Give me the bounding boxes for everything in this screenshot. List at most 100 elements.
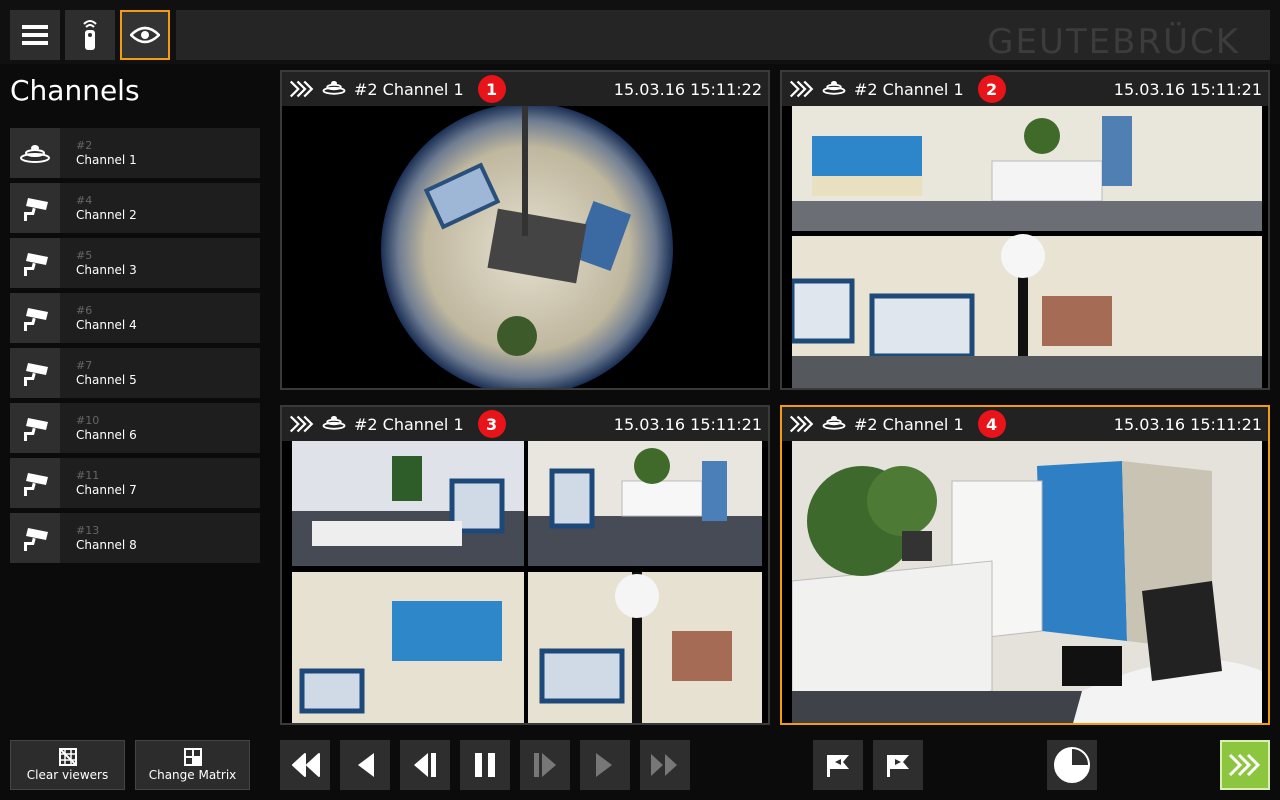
viewer-timestamp: 15.03.16 15:11:21 bbox=[1113, 80, 1262, 99]
channel-icon-box bbox=[10, 348, 60, 398]
cctv-camera-icon bbox=[24, 418, 48, 441]
fast-rewind-button[interactable] bbox=[280, 740, 330, 790]
change-matrix-button[interactable]: Change Matrix bbox=[135, 740, 250, 790]
viewer-timestamp: 15.03.16 15:11:21 bbox=[613, 415, 762, 434]
fast-forward-button[interactable] bbox=[640, 740, 690, 790]
fisheye-camera-icon bbox=[322, 81, 346, 95]
pause-icon bbox=[475, 753, 495, 777]
viewer-4[interactable]: #2 Channel 1 4 15.03.16 15:11:21 bbox=[780, 405, 1270, 725]
viewer-video bbox=[789, 106, 1262, 388]
channel-text: #13 Channel 8 bbox=[60, 524, 137, 552]
top-strip: GEUTEBRÜCK bbox=[176, 10, 1270, 62]
channel-item[interactable]: #7 Channel 5 bbox=[10, 348, 260, 398]
video-fisheye bbox=[292, 103, 762, 388]
viewer-video bbox=[791, 441, 1262, 723]
viewer-number-badge: 4 bbox=[977, 410, 1006, 438]
clock-icon bbox=[1054, 747, 1090, 783]
viewer-title: #2 Channel 1 bbox=[354, 79, 464, 99]
remote-button[interactable] bbox=[65, 10, 115, 60]
viewer-number-badge: 1 bbox=[477, 75, 506, 103]
channel-icon-box bbox=[10, 128, 60, 178]
channel-icon-box bbox=[10, 458, 60, 508]
channel-name: Channel 6 bbox=[76, 428, 137, 442]
viewer-video bbox=[292, 441, 762, 723]
menu-button[interactable] bbox=[10, 10, 60, 60]
channel-name: Channel 4 bbox=[76, 318, 137, 332]
channel-item[interactable]: #13 Channel 8 bbox=[10, 513, 260, 563]
viewer-title: #2 Channel 1 bbox=[854, 79, 964, 99]
bookmark-back-button[interactable] bbox=[813, 740, 863, 790]
sidebar-title: Channels bbox=[10, 74, 140, 107]
cctv-camera-icon bbox=[24, 473, 48, 496]
pause-button[interactable] bbox=[460, 740, 510, 790]
matrix-icon bbox=[183, 748, 202, 766]
top-bar: GEUTEBRÜCK bbox=[0, 0, 1280, 64]
live-stream-icon bbox=[289, 80, 314, 98]
play-backward-icon bbox=[358, 753, 374, 777]
viewer-title: #2 Channel 1 bbox=[354, 414, 464, 434]
step-forward-button[interactable] bbox=[520, 740, 570, 790]
channel-item[interactable]: #6 Channel 4 bbox=[10, 293, 260, 343]
channel-item[interactable]: #11 Channel 7 bbox=[10, 458, 260, 508]
viewer-1[interactable]: #2 Channel 1 1 15.03.16 15:11:22 bbox=[280, 70, 770, 390]
play-forward-button[interactable] bbox=[580, 740, 630, 790]
clear-grid-icon bbox=[58, 748, 77, 766]
live-button[interactable] bbox=[1220, 740, 1270, 790]
channel-name: Channel 7 bbox=[76, 483, 137, 497]
eye-icon bbox=[130, 26, 160, 44]
channel-item[interactable]: #2 Channel 1 bbox=[10, 128, 260, 178]
channel-item[interactable]: #4 Channel 2 bbox=[10, 183, 260, 233]
channel-number: #11 bbox=[76, 469, 100, 482]
time-button[interactable] bbox=[1047, 740, 1097, 790]
channel-item[interactable]: #10 Channel 6 bbox=[10, 403, 260, 453]
step-forward-icon bbox=[534, 753, 556, 777]
fisheye-camera-icon bbox=[20, 145, 50, 163]
menu-icon bbox=[22, 25, 48, 45]
live-stream-icon bbox=[289, 415, 314, 433]
bookmark-forward-button[interactable] bbox=[873, 740, 923, 790]
channel-text: #2 Channel 1 bbox=[60, 139, 137, 167]
channel-name: Channel 2 bbox=[76, 208, 137, 222]
step-backward-button[interactable] bbox=[400, 740, 450, 790]
channel-icon-box bbox=[10, 238, 60, 288]
viewer-3[interactable]: #2 Channel 1 3 15.03.16 15:11:21 bbox=[280, 405, 770, 725]
viewer-timestamp: 15.03.16 15:11:21 bbox=[1113, 415, 1262, 434]
live-stream-icon bbox=[789, 415, 814, 433]
channel-icon-box bbox=[10, 183, 60, 233]
remote-icon bbox=[83, 20, 97, 50]
video-quad bbox=[292, 441, 762, 723]
fisheye-camera-icon bbox=[822, 81, 846, 95]
flag-forward-icon bbox=[887, 755, 909, 777]
viewer-2[interactable]: #2 Channel 1 2 15.03.16 15:11:21 bbox=[780, 70, 1270, 390]
viewer-header: #2 Channel 1 3 15.03.16 15:11:21 bbox=[282, 407, 768, 441]
play-forward-icon bbox=[596, 753, 612, 777]
viewer-header: #2 Channel 1 2 15.03.16 15:11:21 bbox=[782, 72, 1268, 106]
channel-text: #7 Channel 5 bbox=[60, 359, 137, 387]
channel-text: #11 Channel 7 bbox=[60, 469, 137, 497]
viewer-video bbox=[292, 103, 762, 388]
flag-back-icon bbox=[827, 755, 849, 777]
channel-item[interactable]: #5 Channel 3 bbox=[10, 238, 260, 288]
cctv-camera-icon bbox=[24, 308, 48, 331]
channel-text: #6 Channel 4 bbox=[60, 304, 137, 332]
change-matrix-label: Change Matrix bbox=[148, 768, 237, 782]
fisheye-camera-icon bbox=[322, 416, 346, 430]
channel-list: #2 Channel 1 #4 Channel 2 #5 Channel 3 #6 Chann… bbox=[10, 128, 260, 568]
channel-number: #7 bbox=[76, 359, 93, 372]
clear-viewers-button[interactable]: Clear viewers bbox=[10, 740, 125, 790]
channel-number: #13 bbox=[76, 524, 100, 537]
fisheye-camera-icon bbox=[822, 416, 846, 430]
live-stream-icon bbox=[789, 80, 814, 98]
channel-icon-box bbox=[10, 293, 60, 343]
viewer-header: #2 Channel 1 1 15.03.16 15:11:22 bbox=[282, 72, 768, 106]
viewer-timestamp: 15.03.16 15:11:22 bbox=[613, 80, 762, 99]
channel-text: #5 Channel 3 bbox=[60, 249, 137, 277]
step-backward-icon bbox=[414, 753, 436, 777]
view-button[interactable] bbox=[120, 10, 170, 60]
viewer-header: #2 Channel 1 4 15.03.16 15:11:21 bbox=[782, 407, 1268, 441]
viewer-title: #2 Channel 1 bbox=[854, 414, 964, 434]
live-icon bbox=[1228, 753, 1261, 777]
channel-name: Channel 5 bbox=[76, 373, 137, 387]
play-backward-button[interactable] bbox=[340, 740, 390, 790]
channel-icon-box bbox=[10, 403, 60, 453]
